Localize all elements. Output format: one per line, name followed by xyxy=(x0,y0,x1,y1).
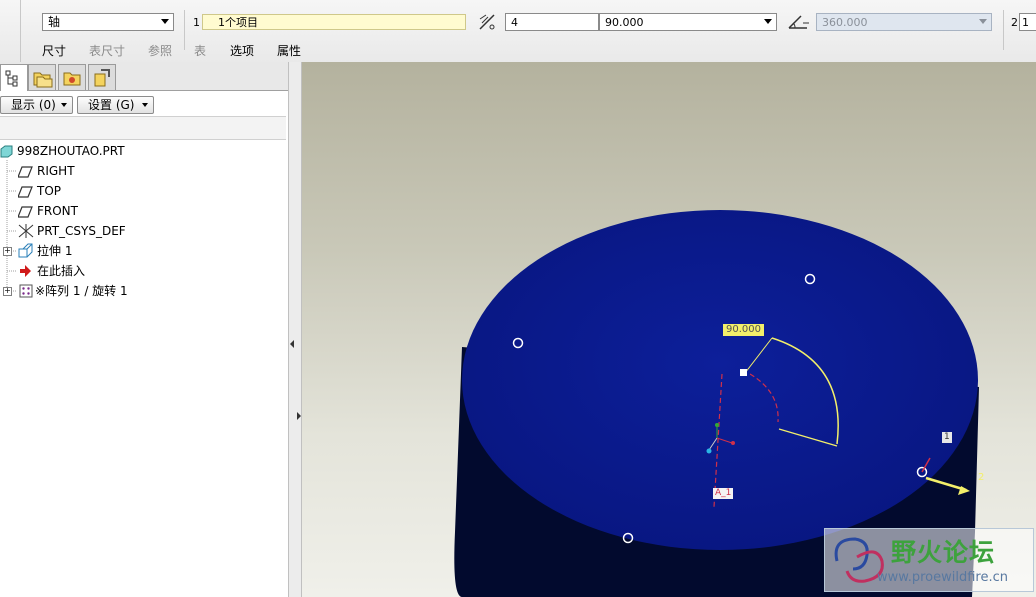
second-direction-value: 1 xyxy=(1022,16,1029,29)
extrude-icon xyxy=(18,243,33,258)
show-button[interactable]: 显示 (0) xyxy=(0,96,73,114)
divider xyxy=(184,10,185,50)
pattern-dashboard: 轴 1 1个项目 4 90.000 360.000 2 1 尺寸 表尺寸 参照 … xyxy=(0,0,1036,63)
axis-reference-collector[interactable]: 1个项目 xyxy=(202,14,466,30)
cylinder-top-face xyxy=(462,210,978,550)
tree-item-label: TOP xyxy=(37,184,62,198)
forum-title: 野火论坛 xyxy=(891,538,996,567)
csys-origin xyxy=(706,448,712,454)
tree-item-label: 在此插入 xyxy=(37,264,86,278)
expand-icon[interactable]: + xyxy=(3,247,12,256)
angle-select[interactable]: 90.000 xyxy=(599,13,777,31)
axis-label: A_1 xyxy=(713,488,734,499)
tree-item-label: 998ZHOUTAO.PRT xyxy=(17,144,125,158)
axis-reference-value: 1个项目 xyxy=(218,16,258,29)
settings-button[interactable]: 设置 (G) xyxy=(77,96,154,114)
tree-header xyxy=(0,116,286,140)
folder-icon xyxy=(33,72,53,88)
tab-folder-browser[interactable] xyxy=(28,64,56,90)
drag-handle[interactable] xyxy=(740,369,747,376)
navigator-tabs xyxy=(0,62,288,91)
count-icon xyxy=(479,14,495,30)
tab-properties[interactable]: 属性 xyxy=(277,42,301,59)
chevron-down-icon xyxy=(161,19,169,24)
direction-label-1: 1 xyxy=(942,432,952,443)
tab-model-tree[interactable] xyxy=(0,64,28,91)
tree-item-label: PRT_CSYS_DEF xyxy=(37,224,126,238)
tab-table-dimensions[interactable]: 表尺寸 xyxy=(89,42,125,59)
pattern-icon xyxy=(19,284,33,298)
second-direction-index: 2 xyxy=(1011,16,1018,29)
csys-icon xyxy=(18,224,34,238)
model-tree-icon xyxy=(5,70,18,87)
forum-watermark: 野火论坛 www.proewildfire.cn xyxy=(824,528,1034,592)
favorites-folder-icon xyxy=(63,72,81,86)
tree-item-label: ※阵列 1 / 旋转 1 xyxy=(35,284,128,298)
connections-icon xyxy=(94,69,110,87)
tree-item-label: FRONT xyxy=(37,204,78,218)
chevron-down-icon xyxy=(764,19,772,24)
collapse-left-icon[interactable] xyxy=(290,340,294,348)
expand-right-icon[interactable] xyxy=(297,412,301,420)
pattern-type-select[interactable]: 轴 xyxy=(42,13,174,31)
angle-dimension-label[interactable]: 90.000 xyxy=(723,324,764,336)
total-angle-select[interactable]: 360.000 xyxy=(816,13,992,31)
angle-value: 90.000 xyxy=(605,16,644,29)
dashboard-left-handle xyxy=(0,0,21,62)
panel-splitter[interactable] xyxy=(288,62,302,597)
count-value: 4 xyxy=(511,16,518,29)
tree-item-label: 拉伸 1 xyxy=(37,244,73,258)
chevron-down-icon xyxy=(61,103,67,107)
chevron-down-icon xyxy=(142,103,148,107)
forum-url: www.proewildfire.cn xyxy=(877,570,1008,585)
expand-icon[interactable]: + xyxy=(3,287,12,296)
tab-table[interactable]: 表 xyxy=(194,42,206,59)
tab-favorites[interactable] xyxy=(58,64,86,90)
datum-plane-icon xyxy=(18,206,33,218)
chevron-down-icon xyxy=(979,19,987,24)
second-direction-count[interactable]: 1 xyxy=(1019,13,1036,31)
settings-button-label: 设置 (G) xyxy=(88,98,135,112)
tab-options[interactable]: 选项 xyxy=(230,42,254,59)
model-canvas xyxy=(454,210,979,597)
tree-item-label: RIGHT xyxy=(37,164,75,178)
tab-dimensions[interactable]: 尺寸 xyxy=(42,42,66,59)
insert-arrow-icon xyxy=(20,265,31,277)
graphics-viewport[interactable]: 90.000 A_1 1 2 野火论坛 www.proewildfire.cn xyxy=(302,62,1036,597)
total-angle-value: 360.000 xyxy=(822,16,868,29)
datum-plane-icon xyxy=(18,166,33,178)
count-input[interactable]: 4 xyxy=(505,13,599,31)
direction-label-2: 2 xyxy=(978,472,985,483)
datum-plane-icon xyxy=(18,186,33,198)
ref-index: 1 xyxy=(193,16,200,29)
angle-range-icon[interactable] xyxy=(786,12,810,32)
pattern-type-value: 轴 xyxy=(48,15,61,29)
divider xyxy=(1003,10,1004,50)
tab-references[interactable]: 参照 xyxy=(148,42,172,59)
show-button-label: 显示 (0) xyxy=(11,98,56,112)
part-icon xyxy=(0,145,13,158)
tab-connections[interactable] xyxy=(88,64,116,90)
